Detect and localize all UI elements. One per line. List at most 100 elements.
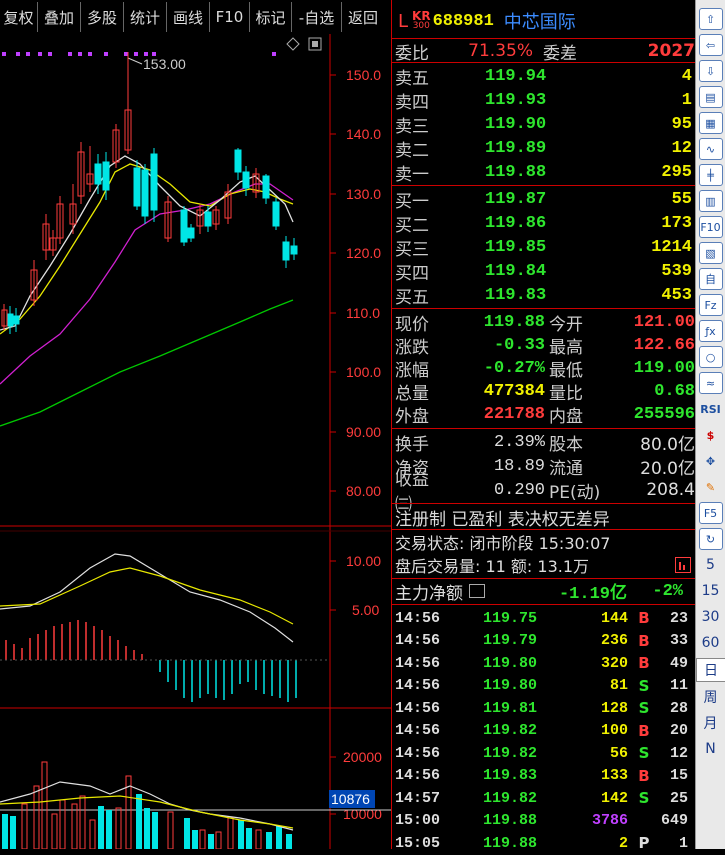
refresh-icon[interactable]: ↻ — [698, 528, 723, 550]
bid-row[interactable]: 买四 119.84 539 — [392, 259, 695, 284]
tick-row: 14:56 119.81 128 S 28 — [395, 699, 688, 718]
ask-row[interactable]: 卖三 119.90 95 — [392, 112, 695, 137]
quote-row: 现价 119.88 今开 121.00 — [395, 312, 695, 335]
tick-row: 14:56 119.82 100 B 20 — [395, 721, 688, 740]
main-flow-pct: -2% — [652, 581, 683, 601]
macd-tick-10: 10.00 — [346, 553, 381, 569]
add-watchlist-button[interactable]: -自选 — [292, 2, 342, 32]
period-week-button[interactable]: 周 — [697, 686, 725, 708]
price-tick-150: 150.0 — [346, 67, 381, 83]
tick-row: 15:00 119.88 3786 649 — [395, 812, 688, 830]
vol-tick-20000: 20000 — [343, 749, 382, 765]
line-chart-icon[interactable]: ∿ — [698, 138, 723, 160]
ask-row[interactable]: 卖二 119.89 12 — [392, 136, 695, 161]
tick-row: 14:56 119.80 320 B 49 — [395, 654, 688, 673]
chart-small-icon[interactable] — [675, 557, 691, 573]
trading-status: 交易状态: 闭市阶段 15:30:07 — [395, 534, 611, 553]
back-button[interactable]: 返回 — [342, 2, 384, 32]
report-icon[interactable]: ▤ — [698, 86, 723, 108]
after-hours-info: 盘后交易量: 11 额: 13.1万 — [392, 553, 695, 577]
commission-diff: 2027 — [647, 41, 695, 61]
period-15-button[interactable]: 15 — [697, 580, 725, 602]
event-markers — [2, 52, 276, 56]
candles — [1, 52, 298, 334]
wave-icon[interactable]: ≈ — [698, 372, 723, 394]
tick-row: 14:56 119.83 133 B 15 — [395, 766, 688, 785]
period-n-button[interactable]: N — [697, 738, 725, 760]
ask-row[interactable]: 卖一 119.88 295 — [392, 160, 695, 185]
candle-chart-icon[interactable]: ╪ — [698, 164, 723, 186]
period-month-button[interactable]: 月 — [697, 712, 725, 734]
bid-row[interactable]: 买一 119.87 55 — [392, 187, 695, 212]
notes-icon[interactable]: ▧ — [698, 242, 723, 264]
main-flow-value: -1.19亿 — [558, 585, 627, 604]
list-icon[interactable] — [469, 584, 485, 598]
period-day-button[interactable]: 日 — [696, 658, 725, 682]
price-tick-120: 120.0 — [346, 245, 381, 261]
period-5-button[interactable]: 5 — [697, 554, 725, 576]
price-tick-90: 90.00 — [346, 424, 381, 440]
multi-stock-button[interactable]: 多股 — [81, 2, 124, 32]
self-select-icon[interactable]: 自 — [698, 268, 723, 290]
bid-row[interactable]: 买三 119.85 1214 — [392, 235, 695, 260]
commission-ratio: 71.35% — [468, 41, 533, 61]
formula-icon[interactable]: ƒx — [698, 320, 723, 342]
overlay-button[interactable]: 叠加 — [38, 2, 81, 32]
prefix-label: L — [398, 10, 409, 32]
price-tick-110: 110.0 — [346, 305, 380, 321]
tick-row: 14:56 119.75 144 B 23 — [395, 609, 688, 628]
volume-cursor-label: 10876 — [331, 791, 370, 807]
kline-chart-area[interactable]: 150.0 140.0 130.0 120.0 110.0 100.0 90.0… — [0, 34, 391, 850]
ask-row[interactable]: 卖四 119.93 1 — [392, 88, 695, 113]
move-icon[interactable]: ✥ — [699, 450, 723, 472]
period-60-button[interactable]: 60 — [697, 632, 725, 654]
arrow-left-icon[interactable]: ⇦ — [698, 34, 723, 56]
period-30-button[interactable]: 30 — [697, 606, 725, 628]
dollar-icon[interactable]: $ — [699, 424, 723, 446]
arrow-down-icon[interactable]: ⇩ — [698, 60, 723, 82]
macd-cyan-bars — [159, 660, 297, 702]
f10-button[interactable]: F10 — [210, 2, 250, 32]
macd-red-bars — [5, 620, 143, 660]
kr300-badge: KR 300 — [412, 9, 431, 31]
ask-row[interactable]: 卖五 119.94 4 — [392, 64, 695, 89]
f5-icon[interactable]: F5 — [698, 502, 723, 524]
stock-name: 中芯国际 — [503, 12, 576, 33]
f10-icon[interactable]: F10 — [698, 216, 723, 238]
tick-row: 14:56 119.80 81 S 11 — [395, 676, 688, 695]
fundamentals-row: 收益㈢ 0.290 PE(动) 208.4 — [395, 470, 695, 515]
bid-row[interactable]: 买五 119.83 453 — [392, 283, 695, 308]
grid-icon[interactable]: ▦ — [698, 112, 723, 134]
stock-code: 688981 — [432, 11, 494, 31]
tick-row: 15:05 119.88 2 P 1 — [395, 834, 688, 853]
mark-button[interactable]: 标记 — [250, 2, 292, 32]
macd-tick-5: 5.00 — [352, 602, 379, 618]
chart-toolbar: 复权 叠加 多股 统计 画线 F10 标记 -自选 返回 — [0, 0, 391, 34]
chart-corner-icons — [286, 37, 322, 51]
bid-row[interactable]: 买二 119.86 173 — [392, 211, 695, 236]
price-tick-130: 130.0 — [346, 186, 381, 202]
quote-panel: L KR 300 688981 中芯国际 委比 71.35% 委差 2027 卖… — [391, 0, 695, 852]
draw-line-button[interactable]: 画线 — [167, 2, 210, 32]
fundamentals-row: 换手 2.39% 股本 80.0亿 — [395, 432, 695, 455]
statistics-button[interactable]: 统计 — [124, 2, 167, 32]
price-tick-100: 100.0 — [346, 364, 381, 380]
restore-rights-button[interactable]: 复权 — [0, 2, 38, 32]
arrow-up-icon[interactable]: ⇧ — [698, 8, 723, 30]
main-flow-row[interactable]: 主力净额 -1.19亿 -2% — [392, 579, 695, 605]
table-icon[interactable]: ▥ — [698, 190, 723, 212]
listing-note: 注册制 已盈利 表决权无差异 — [395, 509, 610, 530]
price-tick-80: 80.00 — [346, 483, 381, 499]
tick-row: 14:56 119.82 56 S 12 — [395, 744, 688, 763]
fiz-icon[interactable]: Fz — [698, 294, 723, 316]
kline-chart[interactable]: 150.0 140.0 130.0 120.0 110.0 100.0 90.0… — [0, 34, 391, 850]
quote-row: 外盘 221788 内盘 255596 — [395, 404, 695, 427]
tick-row: 14:57 119.82 142 S 25 — [395, 789, 688, 808]
rsi-icon[interactable]: RSI — [699, 398, 723, 420]
quote-row: 总量 477384 量比 0.68 — [395, 381, 695, 404]
commission-row: 委比 71.35% 委差 2027 — [395, 41, 695, 64]
pencil-icon[interactable]: ✎ — [699, 476, 723, 498]
circle-icon[interactable]: ○ — [698, 346, 723, 368]
side-toolbar: ⇧ ⇦ ⇩ ▤ ▦ ∿ ╪ ▥ F10 ▧ 自 Fz ƒx ○ ≈ RSI $ … — [695, 0, 725, 849]
vol-tick-10000: 10000 — [343, 806, 382, 822]
